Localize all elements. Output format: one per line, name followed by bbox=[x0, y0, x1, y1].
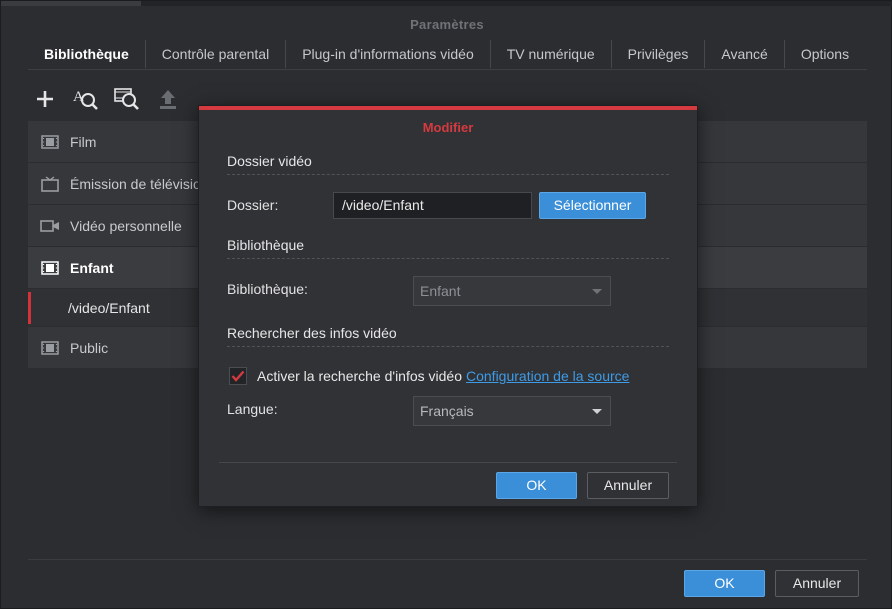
chevron-down-icon bbox=[592, 289, 602, 294]
tab-tv-numerique[interactable]: TV numérique bbox=[491, 40, 612, 68]
tab-options[interactable]: Options bbox=[785, 40, 865, 68]
search-checkbox-label: Activer la recherche d'infos vidéo Config… bbox=[257, 368, 629, 384]
dialog-accent-bar bbox=[199, 106, 697, 110]
section-divider bbox=[227, 258, 669, 259]
tv-icon bbox=[40, 175, 60, 192]
settings-window: Paramètres Bibliothèque Contrôle parenta… bbox=[0, 0, 892, 609]
dialog-ok-button[interactable]: OK bbox=[496, 472, 577, 499]
search-info-icon[interactable]: A bbox=[72, 85, 100, 113]
toolbar: A bbox=[31, 85, 195, 113]
check-icon bbox=[231, 370, 245, 382]
section-divider bbox=[227, 346, 669, 347]
add-icon[interactable] bbox=[31, 85, 59, 113]
film-icon bbox=[40, 260, 60, 276]
tab-plugin-infos-video[interactable]: Plug-in d'informations vidéo bbox=[286, 40, 491, 68]
dialog-cancel-button[interactable]: Annuler bbox=[587, 472, 669, 499]
library-label: Bibliothèque: bbox=[227, 281, 308, 297]
cancel-button[interactable]: Annuler bbox=[775, 570, 859, 597]
ok-button[interactable]: OK bbox=[684, 570, 765, 597]
window-title: Paramètres bbox=[410, 17, 484, 32]
tab-bibliotheque[interactable]: Bibliothèque bbox=[28, 40, 146, 68]
film-icon bbox=[40, 340, 60, 356]
library-item-label: Émission de télévision bbox=[70, 175, 209, 192]
scan-icon[interactable] bbox=[113, 85, 141, 113]
language-select[interactable]: Français bbox=[413, 396, 611, 426]
camera-icon bbox=[40, 218, 60, 234]
film-icon bbox=[40, 134, 60, 150]
top-strip-segment bbox=[1, 1, 141, 6]
library-select: Enfant bbox=[413, 276, 611, 306]
tab-privileges[interactable]: Privilèges bbox=[612, 40, 706, 68]
tab-bar: Bibliothèque Contrôle parental Plug-in d… bbox=[28, 39, 865, 69]
selection-marker bbox=[28, 292, 31, 324]
language-label: Langue: bbox=[227, 401, 278, 417]
library-folder-label: /video/Enfant bbox=[68, 299, 150, 316]
folder-label: Dossier: bbox=[227, 197, 279, 213]
source-config-link[interactable]: Configuration de la source bbox=[466, 368, 629, 384]
section-dossier-video: Dossier vidéo bbox=[227, 153, 312, 169]
search-checkbox[interactable] bbox=[229, 367, 247, 385]
select-folder-button[interactable]: Sélectionner bbox=[539, 192, 646, 219]
section-divider bbox=[227, 174, 669, 175]
footer-divider bbox=[28, 559, 867, 560]
top-strip bbox=[1, 1, 892, 6]
folder-input[interactable]: /video/Enfant bbox=[333, 192, 532, 219]
library-item-label: Film bbox=[70, 133, 97, 150]
section-bibliotheque: Bibliothèque bbox=[227, 237, 305, 253]
tab-controle-parental[interactable]: Contrôle parental bbox=[146, 40, 287, 68]
language-select-value: Français bbox=[420, 403, 474, 419]
edit-dialog: Modifier Dossier vidéo Dossier: /video/E… bbox=[198, 105, 698, 507]
library-item-label: Vidéo personnelle bbox=[70, 217, 182, 234]
dialog-title: Modifier bbox=[422, 120, 474, 135]
search-checkbox-text: Activer la recherche d'infos vidéo bbox=[257, 368, 462, 384]
library-item-label: Public bbox=[70, 339, 109, 356]
library-item-label: Enfant bbox=[70, 259, 114, 276]
tab-divider bbox=[28, 69, 867, 70]
section-recherche-infos: Rechercher des infos vidéo bbox=[227, 325, 397, 341]
dialog-footer-divider bbox=[219, 462, 677, 463]
tab-avance[interactable]: Avancé bbox=[705, 40, 785, 68]
chevron-down-icon bbox=[592, 409, 602, 414]
library-select-value: Enfant bbox=[420, 283, 461, 299]
upload-icon[interactable] bbox=[154, 85, 182, 113]
